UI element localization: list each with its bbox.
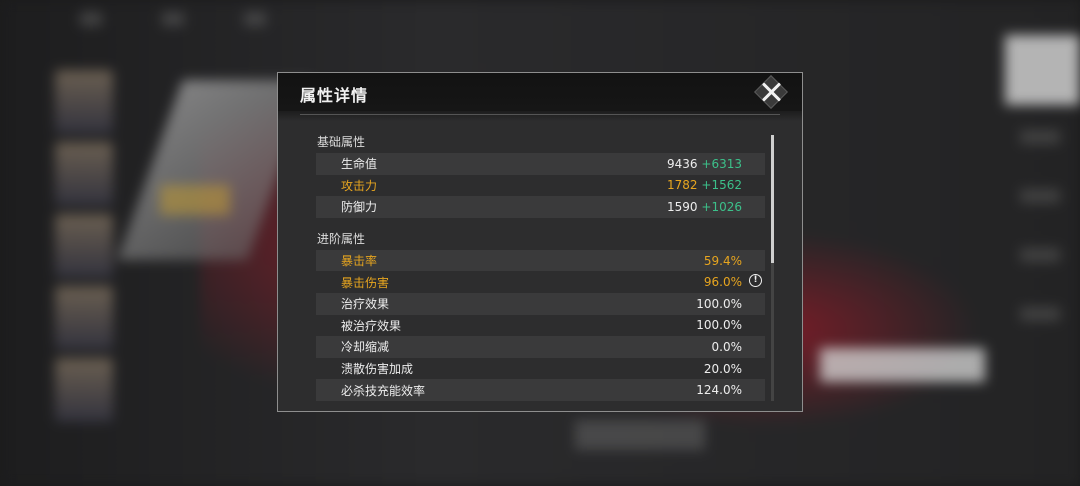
attribute-value: 1782 +1562: [667, 178, 742, 192]
attribute-row-cooldown-reduction: 冷却缩减 0.0%: [316, 336, 765, 358]
attribute-row-defense: 防御力 1590 +1026: [316, 196, 765, 218]
attribute-value: 59.4%: [704, 254, 742, 268]
attribute-row-hp: 生命值 9436 +6313: [316, 153, 765, 175]
attribute-row-crit-damage: 暴击伤害 96.0% !: [316, 271, 765, 293]
attribute-value: 9436 +6313: [667, 157, 742, 171]
scrollbar-track[interactable]: [771, 135, 774, 401]
attribute-label: 防御力: [341, 200, 378, 215]
scrollbar-thumb[interactable]: [771, 135, 774, 263]
attribute-row-healing: 治疗效果 100.0%: [316, 292, 765, 315]
attribute-row-crit-rate: 暴击率 59.4%: [316, 249, 765, 272]
attribute-label: 溃散伤害加成: [341, 362, 414, 377]
attribute-value-text: 96.0%: [703, 275, 742, 290]
close-button[interactable]: [753, 75, 789, 109]
attribute-label: 治疗效果: [341, 297, 390, 312]
dialog-title: 属性详情: [300, 86, 369, 105]
attribute-list[interactable]: 基础属性 生命值 9436 +6313 攻击力 1782 +1562 防御力 1…: [316, 131, 765, 401]
section-title-advanced: 进阶属性: [317, 231, 366, 246]
attribute-row-attack: 攻击力 1782 +1562: [316, 175, 765, 197]
attribute-bonus-value: +6313: [701, 156, 742, 171]
attribute-label: 暴击率: [341, 254, 378, 269]
attribute-base-value: 9436: [667, 156, 698, 171]
attribute-row-ultimate-charge: 必杀技充能效率 124.0%: [316, 379, 765, 401]
header-divider: [300, 114, 780, 115]
attribute-value: 100.0%: [696, 318, 742, 333]
attribute-label: 被治疗效果: [341, 318, 402, 333]
attribute-bonus-value: +1562: [701, 178, 742, 193]
attribute-value-text: 59.4%: [703, 253, 742, 268]
section-title-basic: 基础属性: [317, 135, 366, 149]
attribute-value: 1590 +1026: [667, 200, 742, 214]
attribute-row-healing-received: 被治疗效果 100.0%: [316, 315, 765, 337]
attribute-label: 冷却缩减: [341, 340, 390, 355]
attribute-row-break-damage: 溃散伤害加成 20.0%: [316, 358, 765, 380]
attribute-value: 96.0%: [704, 275, 742, 289]
attribute-value: 20.0%: [703, 361, 742, 376]
attribute-label: 暴击伤害: [341, 275, 390, 290]
attribute-base-value: 1590: [667, 199, 698, 214]
attribute-label: 生命值: [341, 157, 378, 172]
attribute-value: 124.0%: [696, 383, 742, 398]
attribute-details-dialog: 属性详情 基础属性 生命值 9436 +6313 攻击力 1782 +1562 …: [277, 72, 803, 412]
attribute-base-value: 1782: [667, 178, 698, 193]
attribute-label: 攻击力: [341, 178, 378, 193]
attribute-value: 100.0%: [696, 296, 742, 311]
attribute-value: 0.0%: [711, 339, 743, 354]
exclamation-info-icon[interactable]: !: [749, 274, 762, 288]
attribute-label: 必杀技充能效率: [341, 383, 426, 398]
attribute-bonus-value: +1026: [701, 199, 742, 214]
close-icon: [760, 81, 782, 103]
